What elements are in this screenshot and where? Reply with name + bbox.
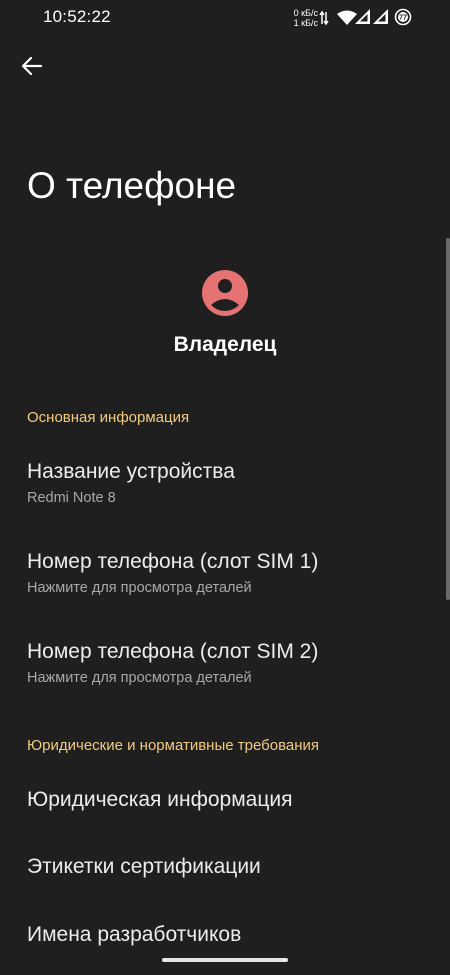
net-speed-up: 0 кБ/с <box>293 8 318 18</box>
signal-sim1-icon <box>355 9 370 24</box>
item-title: Номер телефона (слот SIM 2) <box>27 640 319 663</box>
section-header-basic-info: Основная информация <box>27 409 190 426</box>
item-summary: Нажмите для просмотра деталей <box>27 580 252 596</box>
item-title: Юридическая информация <box>27 788 293 811</box>
legal-info-item[interactable]: Юридическая информация <box>0 788 440 828</box>
data-transfer-icon <box>319 10 329 26</box>
account-circle-icon <box>202 270 248 316</box>
item-summary: Redmi Note 8 <box>27 490 116 506</box>
arrow-left-icon <box>21 56 43 76</box>
status-time: 10:52:22 <box>43 7 111 26</box>
item-title: Название устройства <box>27 460 235 483</box>
battery-icon: 77 <box>394 8 412 26</box>
certification-labels-item[interactable]: Этикетки сертификации <box>0 855 440 895</box>
network-speed-indicator: 0 кБ/с 1 кБ/с <box>284 8 318 28</box>
developer-names-item[interactable]: Имена разработчиков <box>0 923 440 963</box>
net-speed-down: 1 кБ/с <box>293 18 318 28</box>
back-button[interactable] <box>14 48 50 84</box>
scrollbar[interactable] <box>446 238 450 600</box>
phone-number-sim1-item[interactable]: Номер телефона (слот SIM 1) Нажмите для … <box>0 550 440 610</box>
status-bar: 10:52:22 0 кБ/с 1 кБ/с 77 <box>0 0 450 36</box>
owner-name: Владелец <box>173 333 277 356</box>
section-header-legal: Юридические и нормативные требования <box>27 737 319 754</box>
wifi-icon <box>337 10 357 25</box>
home-gesture-indicator[interactable] <box>162 958 288 962</box>
item-title: Этикетки сертификации <box>27 855 261 878</box>
item-title: Имена разработчиков <box>27 923 242 946</box>
phone-number-sim2-item[interactable]: Номер телефона (слот SIM 2) Нажмите для … <box>0 640 440 700</box>
signal-sim2-icon <box>373 9 388 24</box>
page-title: О телефоне <box>27 165 237 206</box>
battery-level: 77 <box>399 15 407 22</box>
item-title: Номер телефона (слот SIM 1) <box>27 550 319 573</box>
device-name-item[interactable]: Название устройства Redmi Note 8 <box>0 460 440 520</box>
item-summary: Нажмите для просмотра деталей <box>27 670 252 686</box>
